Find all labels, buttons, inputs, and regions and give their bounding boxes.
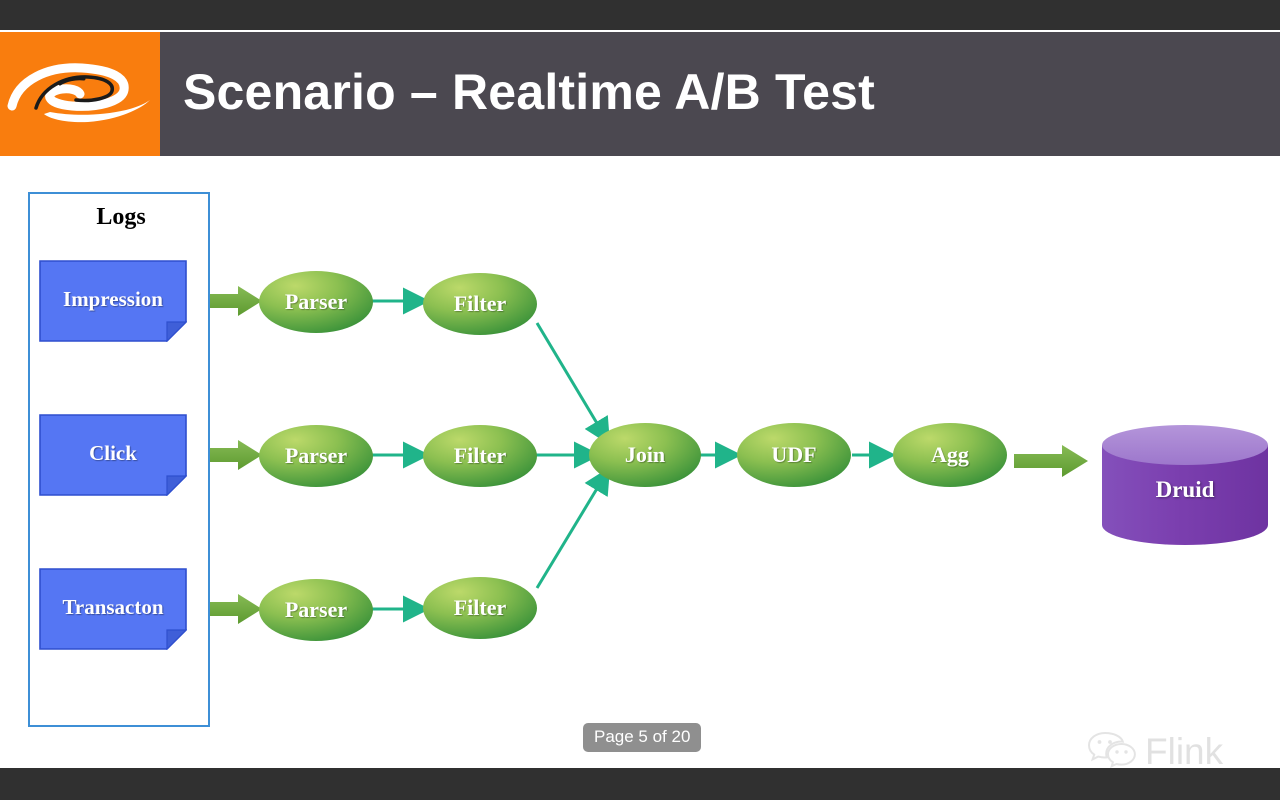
log-source-impression-label: Impression — [63, 287, 163, 311]
slide-canvas: Scenario – Realtime A/B Test Logs Impres… — [0, 30, 1280, 768]
node-filter-row3[interactable]: Filter — [422, 576, 538, 640]
letterbox-top — [0, 0, 1280, 30]
log-source-impression[interactable]: Impression — [39, 260, 187, 342]
sink-druid[interactable]: Druid — [1100, 425, 1270, 547]
node-parser-row1-label: Parser — [284, 289, 348, 314]
node-udf-label: UDF — [771, 442, 817, 467]
node-join[interactable]: Join — [588, 422, 702, 488]
node-filter-row2[interactable]: Filter — [422, 424, 538, 488]
alibaba-logo-mark — [0, 44, 160, 144]
node-parser-row3-label: Parser — [284, 597, 348, 622]
node-parser-row2-label: Parser — [284, 443, 348, 468]
node-agg-label: Agg — [931, 442, 969, 467]
page-indicator[interactable]: Page 5 of 20 — [583, 723, 702, 752]
block-arrow-agg-druid — [1014, 445, 1088, 477]
node-parser-row2[interactable]: Parser — [258, 424, 374, 488]
log-source-transaction-label: Transacton — [62, 595, 164, 619]
node-parser-row3[interactable]: Parser — [258, 578, 374, 642]
log-source-transaction[interactable]: Transacton — [39, 568, 187, 650]
node-filter-row1[interactable]: Filter — [422, 272, 538, 336]
letterbox-bottom — [0, 768, 1280, 800]
flink-watermark: Flink — [1086, 729, 1223, 768]
page-title: Scenario – Realtime A/B Test — [183, 64, 875, 120]
node-filter-row1-label: Filter — [453, 291, 507, 316]
alibaba-logo — [0, 32, 160, 156]
node-parser-row1[interactable]: Parser — [258, 270, 374, 334]
log-source-click-label: Click — [89, 441, 137, 465]
node-filter-row2-label: Filter — [453, 443, 507, 468]
arrow-filter-join-row3 — [535, 466, 611, 589]
sink-druid-label: Druid — [1155, 477, 1215, 502]
node-filter-row3-label: Filter — [453, 595, 507, 620]
wechat-icon — [1086, 729, 1138, 768]
node-join-label: Join — [624, 442, 666, 467]
flink-watermark-text: Flink — [1145, 730, 1224, 768]
slide-viewer: Scenario – Realtime A/B Test Logs Impres… — [0, 0, 1280, 800]
node-agg[interactable]: Agg — [892, 422, 1008, 488]
logs-panel-title: Logs — [96, 204, 146, 230]
log-source-click[interactable]: Click — [39, 414, 187, 496]
node-udf[interactable]: UDF — [736, 422, 852, 488]
